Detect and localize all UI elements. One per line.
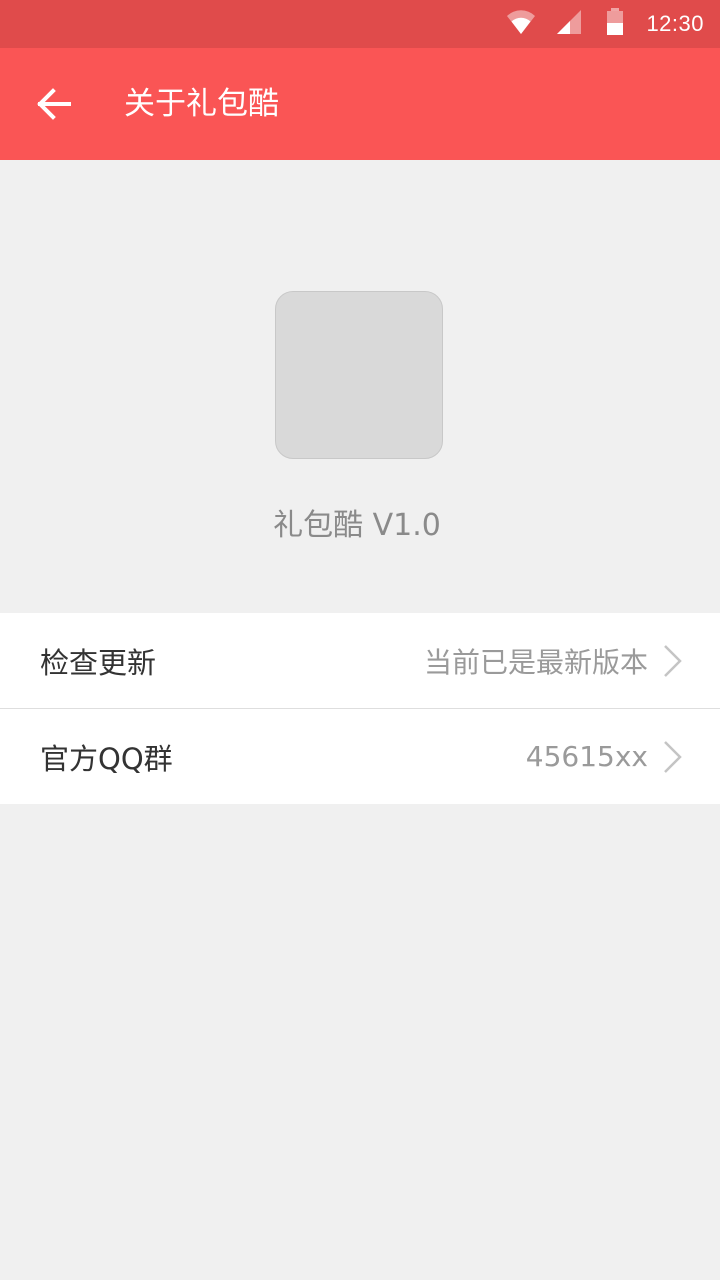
check-update-label: 检查更新 <box>40 645 157 680</box>
status-icons: 12:30 <box>506 0 704 48</box>
check-update-row[interactable]: 检查更新 当前已是最新版本 <box>0 613 720 708</box>
wifi-icon <box>506 9 536 39</box>
qq-group-number: 45615xx <box>525 740 648 773</box>
check-update-status: 当前已是最新版本 <box>423 645 648 679</box>
chevron-right-icon <box>664 740 682 773</box>
qq-group-row[interactable]: 官方QQ群 45615xx <box>0 708 720 804</box>
page-title: 关于礼包酷 <box>124 86 279 122</box>
arrow-left-icon <box>37 88 71 120</box>
back-button[interactable] <box>26 76 82 132</box>
app-logo <box>275 291 443 459</box>
qq-group-label: 官方QQ群 <box>40 741 173 776</box>
settings-list: 检查更新 当前已是最新版本 官方QQ群 45615xx <box>0 613 720 804</box>
app-version: 礼包酷 V1.0 <box>273 508 441 543</box>
cell-signal-icon <box>556 9 582 39</box>
status-time: 12:30 <box>646 11 704 36</box>
battery-icon <box>606 8 624 40</box>
status-bar: 12:30 <box>0 0 720 48</box>
app-bar: 关于礼包酷 <box>0 48 720 160</box>
chevron-right-icon <box>664 644 682 677</box>
